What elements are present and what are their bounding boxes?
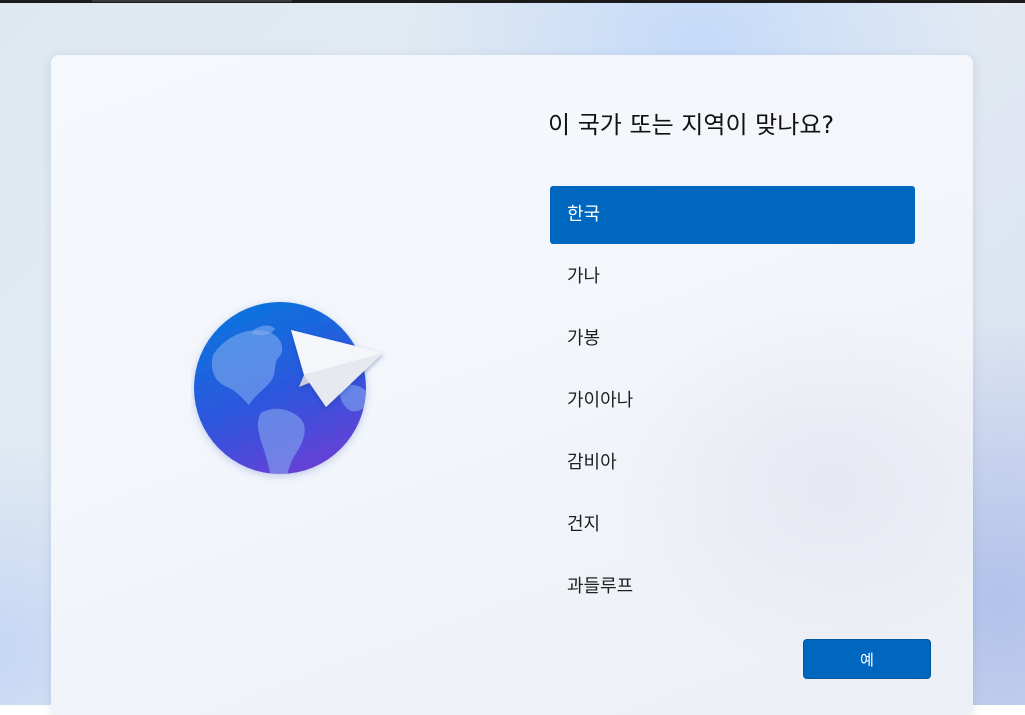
country-item-gambia[interactable]: 감비아 bbox=[550, 434, 915, 492]
country-item-guyana[interactable]: 가이아나 bbox=[550, 372, 915, 430]
region-question-title: 이 국가 또는 지역이 맞나요? bbox=[548, 111, 835, 139]
yes-button[interactable]: 예 bbox=[803, 639, 931, 679]
region-illustration bbox=[191, 295, 391, 485]
country-item-guadeloupe[interactable]: 과들루프 bbox=[550, 558, 915, 616]
country-list[interactable]: 한국 가나 가봉 가이아나 감비아 건지 과들루프 bbox=[550, 186, 915, 620]
country-item-guernsey[interactable]: 건지 bbox=[550, 496, 915, 554]
desktop-background: 이 국가 또는 지역이 맞나요? 한국 가나 가봉 가이아나 감비아 건지 과들… bbox=[0, 0, 1025, 715]
country-item-gabon[interactable]: 가봉 bbox=[550, 310, 915, 368]
paper-plane-icon bbox=[291, 330, 383, 407]
top-bar-segment bbox=[92, 0, 292, 2]
country-item-korea[interactable]: 한국 bbox=[550, 186, 915, 244]
top-bar bbox=[0, 0, 1025, 3]
country-item-ghana[interactable]: 가나 bbox=[550, 248, 915, 306]
setup-dialog: 이 국가 또는 지역이 맞나요? 한국 가나 가봉 가이아나 감비아 건지 과들… bbox=[51, 55, 973, 715]
